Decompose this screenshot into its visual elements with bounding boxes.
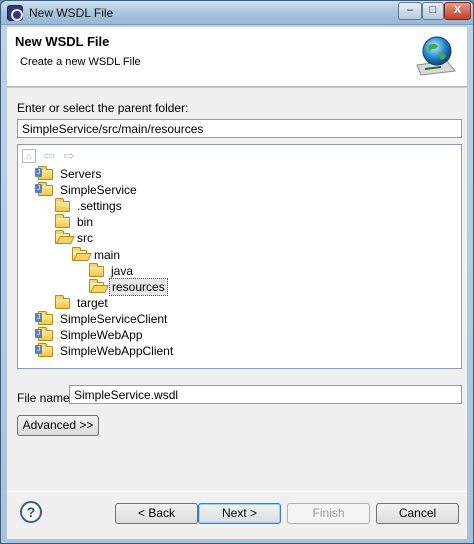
back-button[interactable]: < Back: [115, 503, 198, 524]
wizard-banner: New WSDL File Create a new WSDL File: [7, 27, 467, 87]
tree-item-label: SimpleWebAppClient: [60, 343, 174, 358]
tree-item-label: SimpleWebApp: [60, 327, 143, 342]
folder-icon: [35, 165, 54, 181]
banner-title: New WSDL File: [15, 34, 110, 49]
parent-folder-input[interactable]: [17, 119, 462, 138]
tree-item-src[interactable]: src: [55, 229, 95, 245]
tree-item-label: SimpleServiceClient: [60, 311, 168, 326]
forward-arrow-icon[interactable]: ⇨: [62, 149, 76, 163]
tree-item-bin[interactable]: bin: [55, 213, 95, 229]
finish-button[interactable]: Finish: [287, 503, 370, 524]
back-arrow-icon[interactable]: ⇦: [42, 149, 56, 163]
tree-item-simpleserviceclient[interactable]: SimpleServiceClient: [35, 310, 169, 326]
project-icon: [35, 326, 54, 342]
advanced-button[interactable]: Advanced >>: [17, 415, 99, 436]
open-folder-icon: [72, 246, 88, 262]
tree-item-settings[interactable]: .settings: [55, 197, 124, 213]
home-icon[interactable]: ⌂: [22, 149, 36, 163]
new-wsdl-file-dialog: New WSDL File – □ X New WSDL File Create…: [0, 0, 474, 544]
next-button[interactable]: Next >: [198, 503, 281, 524]
tree-item-main[interactable]: main: [72, 246, 122, 262]
wizard-content: Enter or select the parent folder: ⌂ ⇦ ⇨…: [7, 88, 467, 539]
folder-icon: [89, 262, 105, 278]
wsdl-globe-icon: [416, 36, 456, 76]
file-name-input[interactable]: [69, 385, 462, 404]
title-bar[interactable]: New WSDL File – □ X: [1, 1, 473, 25]
tree-item-java[interactable]: java: [89, 262, 135, 278]
project-icon: [35, 342, 54, 358]
tree-item-label: resources: [109, 278, 168, 296]
tree-item-simplewebappclient[interactable]: SimpleWebAppClient: [35, 342, 175, 358]
tree-item-label: bin: [77, 214, 94, 229]
help-icon[interactable]: ?: [20, 501, 42, 523]
tree-item-label: src: [77, 230, 93, 245]
eclipse-icon: [7, 5, 23, 21]
parent-folder-label: Enter or select the parent folder:: [17, 101, 189, 115]
cancel-button[interactable]: Cancel: [376, 503, 459, 524]
folder-icon: [55, 213, 71, 229]
tree-item-simplewebapp[interactable]: SimpleWebApp: [35, 326, 145, 342]
tree-item-target[interactable]: target: [55, 294, 110, 310]
folder-icon: [55, 197, 71, 213]
tree-item-simpleservice[interactable]: SimpleService: [35, 181, 139, 197]
file-name-label: File name:: [17, 391, 74, 405]
tree-item-servers[interactable]: Servers: [35, 165, 103, 181]
project-icon: [35, 181, 54, 197]
tree-item-label: .settings: [77, 198, 122, 213]
close-button[interactable]: X: [444, 2, 471, 20]
maximize-button[interactable]: □: [422, 2, 444, 20]
project-icon: [35, 310, 54, 326]
window-title: New WSDL File: [29, 6, 114, 20]
button-bar-separator: [7, 491, 467, 492]
open-folder-icon: [55, 229, 71, 245]
folder-tree[interactable]: ⌂ ⇦ ⇨ Servers SimpleService .settings bi…: [17, 144, 462, 369]
tree-item-label: java: [111, 263, 134, 278]
tree-item-label: Servers: [60, 166, 102, 181]
tree-item-resources[interactable]: resources: [89, 278, 168, 296]
folder-icon: [55, 294, 71, 310]
tree-item-label: SimpleService: [60, 182, 137, 197]
open-folder-icon: [89, 279, 105, 294]
minimize-button[interactable]: –: [398, 2, 422, 20]
tree-item-label: target: [77, 295, 108, 310]
tree-item-label: main: [94, 247, 121, 262]
banner-description: Create a new WSDL File: [20, 56, 141, 68]
